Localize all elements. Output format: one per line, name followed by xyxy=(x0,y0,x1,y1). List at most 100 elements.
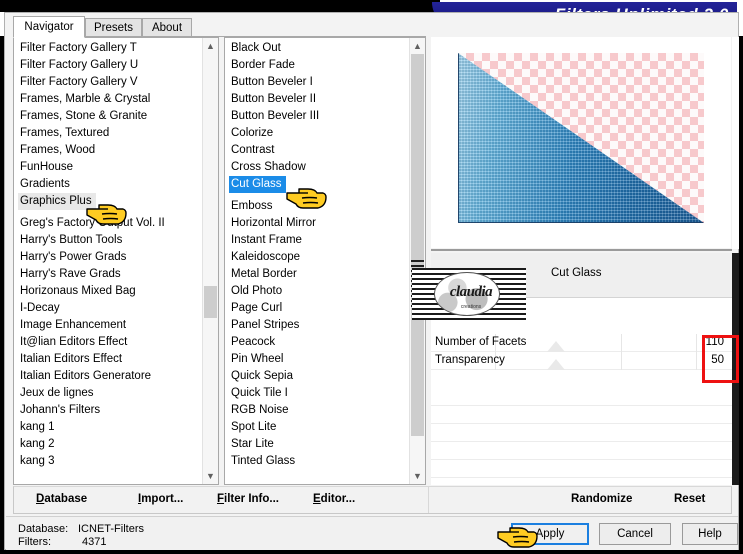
list-item[interactable]: Button Beveler II xyxy=(229,91,425,108)
param-row-empty xyxy=(431,406,732,424)
watermark-text: claudia xyxy=(449,284,493,300)
list-item[interactable]: It@lian Editors Effect xyxy=(18,334,218,351)
param-row-transparency[interactable]: Transparency 50 xyxy=(431,352,732,370)
editor-button[interactable]: Editor... xyxy=(313,493,355,505)
list-item[interactable]: Panel Stripes xyxy=(229,317,425,334)
list-item[interactable]: Gradients xyxy=(18,176,218,193)
list-item[interactable]: Harry's Power Grads xyxy=(18,249,218,266)
list-item[interactable]: Kaleidoscope xyxy=(229,249,425,266)
apply-button[interactable]: Apply xyxy=(511,523,589,545)
category-list-panel[interactable]: Filter Factory Gallery T Filter Factory G… xyxy=(13,37,219,485)
filter-scroll-thumb[interactable] xyxy=(411,54,424,436)
watermark-subtext: creations xyxy=(460,304,482,310)
filter-list-scrollbar[interactable]: ▲ ▼ xyxy=(409,38,425,484)
list-item[interactable]: Harry's Rave Grads xyxy=(18,266,218,283)
reset-button[interactable]: Reset xyxy=(674,493,705,505)
list-item[interactable]: Emboss xyxy=(229,198,425,215)
category-scroll-thumb[interactable] xyxy=(204,286,217,318)
category-list-scrollbar[interactable]: ▲ ▼ xyxy=(202,38,218,484)
import-button[interactable]: Import... xyxy=(138,493,183,505)
reset-button-label: Reset xyxy=(674,493,706,505)
list-item[interactable]: Colorize xyxy=(229,125,425,142)
scroll-down-icon[interactable]: ▼ xyxy=(410,468,425,484)
list-item[interactable]: Tinted Glass xyxy=(229,453,425,470)
filter-info-button[interactable]: Filter Info... xyxy=(217,493,279,505)
slider-thumb-number-of-facets[interactable] xyxy=(547,341,565,352)
list-item[interactable]: Italian Editors Effect xyxy=(18,351,218,368)
tab-presets[interactable]: Presets xyxy=(85,18,142,37)
param-row-empty xyxy=(431,424,732,442)
list-item[interactable]: Frames, Stone & Granite xyxy=(18,108,218,125)
randomize-button[interactable]: Randomize xyxy=(571,493,632,505)
list-item[interactable]: Graphics Plus xyxy=(18,193,96,210)
apply-button-label: Apply xyxy=(535,528,565,540)
slider-thumb-transparency[interactable] xyxy=(547,359,565,370)
param-tick xyxy=(696,352,697,370)
claudia-watermark: claudia creations xyxy=(412,268,526,320)
tab-about-label: About xyxy=(151,22,183,34)
list-item[interactable]: Metal Border xyxy=(229,266,425,283)
help-button[interactable]: Help xyxy=(682,523,738,545)
filter-list[interactable]: Black Out Border Fade Button Beveler I Butt… xyxy=(225,38,425,470)
preview-area xyxy=(431,37,731,248)
list-item[interactable]: Cross Shadow xyxy=(229,159,425,176)
list-item[interactable]: Johann's Filters xyxy=(18,402,218,419)
app-window: Filters Unlimited 2.0 Navigator Presets … xyxy=(0,0,743,554)
list-item[interactable]: Border Fade xyxy=(229,57,425,74)
list-item[interactable]: Frames, Wood xyxy=(18,142,218,159)
database-button[interactable]: Database xyxy=(36,493,87,505)
scroll-up-icon[interactable]: ▲ xyxy=(203,38,218,54)
list-item[interactable]: Filter Factory Gallery U xyxy=(18,57,218,74)
list-item[interactable]: Old Photo xyxy=(229,283,425,300)
filters-status-label: Filters: xyxy=(18,536,51,548)
param-row-empty xyxy=(431,460,732,478)
scroll-up-icon[interactable]: ▲ xyxy=(410,38,425,54)
list-item[interactable]: kang 1 xyxy=(18,419,218,436)
list-item[interactable]: Peacock xyxy=(229,334,425,351)
current-filter-name: Cut Glass xyxy=(551,267,602,279)
list-item[interactable]: Harry's Button Tools xyxy=(18,232,218,249)
filters-status-value: 4371 xyxy=(82,536,107,548)
list-item[interactable]: FunHouse xyxy=(18,159,218,176)
list-item[interactable]: Quick Sepia xyxy=(229,368,425,385)
list-item[interactable]: Horizontal Mirror xyxy=(229,215,425,232)
status-footer: Database: ICNET-Filters Filters: 4371 Ap… xyxy=(6,516,738,550)
filter-list-panel[interactable]: Black Out Border Fade Button Beveler I Butt… xyxy=(224,37,426,485)
preview-image xyxy=(458,53,704,223)
list-item[interactable]: Black Out xyxy=(229,40,425,57)
list-item[interactable]: Greg's Factory Output Vol. II xyxy=(18,215,218,232)
list-item[interactable]: Frames, Textured xyxy=(18,125,218,142)
list-item[interactable]: Horizonaus Mixed Bag xyxy=(18,283,218,300)
list-item[interactable]: Jeux de lignes xyxy=(18,385,218,402)
cancel-button-label: Cancel xyxy=(617,528,653,540)
list-item[interactable]: Pin Wheel xyxy=(229,351,425,368)
list-item[interactable]: Cut Glass xyxy=(229,176,286,193)
list-item[interactable]: Button Beveler I xyxy=(229,74,425,91)
cancel-button[interactable]: Cancel xyxy=(599,523,671,545)
param-label-number-of-facets: Number of Facets xyxy=(435,336,527,348)
list-item[interactable]: Instant Frame xyxy=(229,232,425,249)
help-button-label: Help xyxy=(698,528,722,540)
parameter-list[interactable]: Number of Facets 110 Transparency 50 xyxy=(431,298,732,485)
category-list[interactable]: Filter Factory Gallery T Filter Factory G… xyxy=(14,38,218,470)
tab-about[interactable]: About xyxy=(142,18,192,37)
list-item[interactable]: kang 2 xyxy=(18,436,218,453)
list-item[interactable]: Filter Factory Gallery V xyxy=(18,74,218,91)
list-item[interactable]: Image Enhancement xyxy=(18,317,218,334)
list-item[interactable]: Contrast xyxy=(229,142,425,159)
list-item[interactable]: Button Beveler III xyxy=(229,108,425,125)
list-item[interactable]: I-Decay xyxy=(18,300,218,317)
list-item[interactable]: Filter Factory Gallery T xyxy=(18,40,218,57)
list-item[interactable]: Page Curl xyxy=(229,300,425,317)
list-item[interactable]: Star Lite xyxy=(229,436,425,453)
list-item[interactable]: RGB Noise xyxy=(229,402,425,419)
list-item[interactable]: Quick Tile I xyxy=(229,385,425,402)
param-row-number-of-facets[interactable]: Number of Facets 110 xyxy=(431,334,732,352)
list-item[interactable]: Frames, Marble & Crystal xyxy=(18,91,218,108)
tab-navigator[interactable]: Navigator xyxy=(13,16,85,38)
list-item[interactable]: Italian Editors Generatore xyxy=(18,368,218,385)
list-item[interactable]: Spot Lite xyxy=(229,419,425,436)
list-item[interactable]: kang 3 xyxy=(18,453,218,470)
scroll-down-icon[interactable]: ▼ xyxy=(203,468,218,484)
action-bar: Database Import... Filter Info... Editor… xyxy=(13,486,732,514)
